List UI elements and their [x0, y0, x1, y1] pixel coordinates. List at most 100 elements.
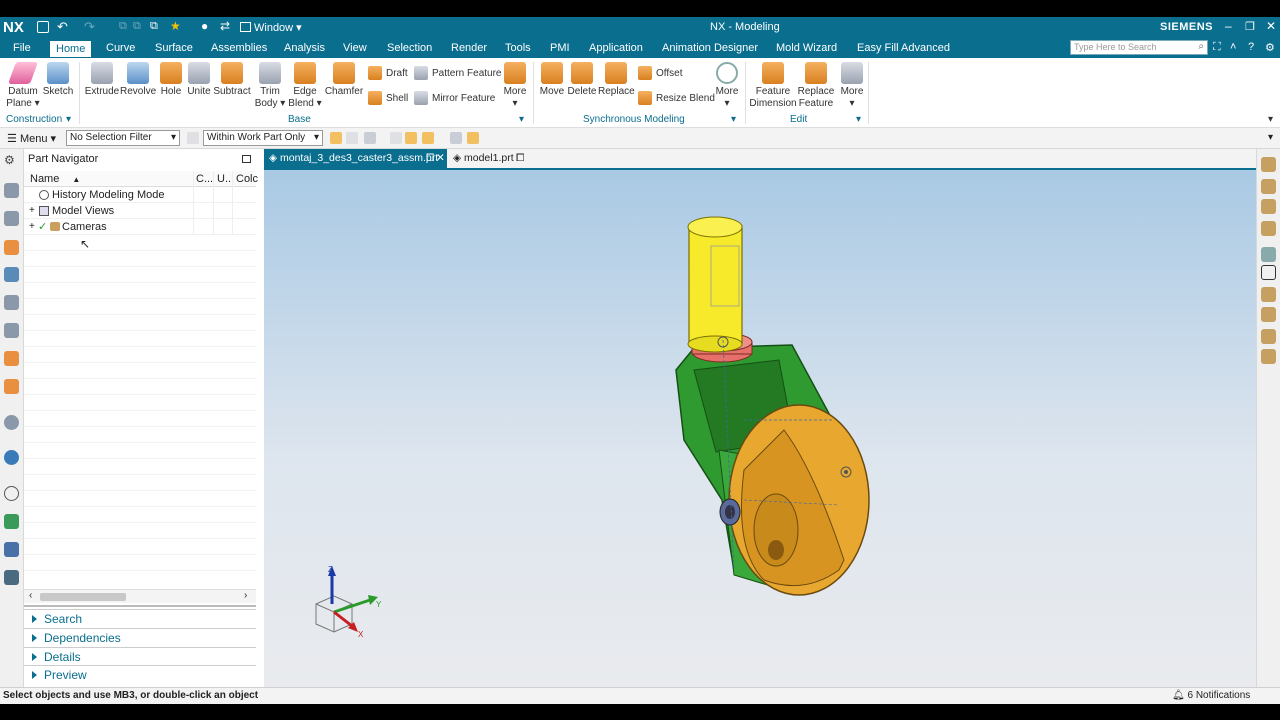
navigator-maximize-icon[interactable]: [242, 155, 251, 163]
menu-home[interactable]: Home: [50, 41, 92, 57]
menu-view[interactable]: View: [343, 42, 367, 54]
selbar-overflow-icon[interactable]: ▾: [1268, 132, 1273, 143]
cut-icon[interactable]: ⧉: [119, 20, 127, 33]
save-icon[interactable]: [37, 21, 49, 33]
copy-icon[interactable]: ⧉: [133, 20, 141, 33]
chamfer-button[interactable]: Chamfer: [324, 62, 364, 98]
help-icon[interactable]: ?: [1248, 41, 1254, 53]
menu-tools[interactable]: Tools: [505, 42, 531, 54]
sketch-button[interactable]: Sketch: [42, 62, 74, 98]
mirror-feature-button[interactable]: Mirror Feature: [414, 91, 495, 105]
menu-analysis[interactable]: Analysis: [284, 42, 325, 54]
resource-settings-icon[interactable]: ⚙: [4, 153, 19, 168]
expand-icon[interactable]: +: [29, 203, 35, 219]
menu-curve[interactable]: Curve: [106, 42, 135, 54]
menu-file[interactable]: File: [13, 42, 31, 54]
notifications-button[interactable]: 🔔︎ 6 Notifications: [1172, 690, 1250, 701]
sync-more-button[interactable]: More ▾: [712, 62, 742, 110]
menu-selection[interactable]: Selection: [387, 42, 432, 54]
tab-model1[interactable]: ◈ model1.prt ⧠: [450, 149, 530, 168]
fit-view-icon[interactable]: [1261, 265, 1276, 280]
datum-plane-button[interactable]: Datum Plane ▾: [4, 62, 42, 110]
ribbon-expand-icon[interactable]: ▾: [1268, 114, 1273, 125]
revolve-button[interactable]: Revolve: [120, 62, 156, 98]
pattern-feature-button[interactable]: Pattern Feature: [414, 66, 501, 80]
face-rule-icon[interactable]: [422, 132, 434, 144]
sync-group-dropdown[interactable]: ▾: [731, 114, 736, 125]
collapse-ribbon-icon[interactable]: ˄: [1230, 41, 1236, 53]
deselect-icon[interactable]: [390, 132, 402, 144]
menu-animation-designer[interactable]: Animation Designer: [662, 42, 758, 54]
clip-section-icon[interactable]: [1261, 307, 1276, 322]
tree-row-cameras[interactable]: + ✓ Cameras: [24, 219, 256, 235]
menu-button[interactable]: ☰ Menu ▾: [7, 132, 56, 145]
base-more-button[interactable]: More ▾: [500, 62, 530, 110]
feature-dimension-button[interactable]: Feature Dimension: [748, 62, 798, 110]
body-select-icon[interactable]: [450, 132, 462, 144]
graphics-window[interactable]: Z Y X: [264, 168, 1256, 687]
display-part-icon[interactable]: [1261, 179, 1276, 194]
replace-face-button[interactable]: Replace: [598, 62, 635, 98]
menu-easy-fill-advanced[interactable]: Easy Fill Advanced: [857, 42, 950, 54]
menu-assemblies[interactable]: Assemblies: [211, 42, 267, 54]
replace-feature-button[interactable]: Replace Feature: [797, 62, 835, 110]
roles-icon[interactable]: [4, 415, 19, 430]
column-color[interactable]: Colc: [236, 173, 258, 185]
reuse-library-icon[interactable]: [4, 267, 19, 282]
constraint-navigator-icon[interactable]: [4, 211, 19, 226]
draft-button[interactable]: Draft: [368, 66, 408, 80]
resize-blend-button[interactable]: Resize Blend: [638, 91, 715, 105]
assembly-navigator-icon[interactable]: [4, 183, 19, 198]
delete-face-button[interactable]: Delete: [567, 62, 597, 98]
select-icon[interactable]: [346, 132, 358, 144]
web-browser-icon[interactable]: [4, 323, 19, 338]
move-face-button[interactable]: Move: [537, 62, 567, 98]
unite-button[interactable]: Unite: [185, 62, 213, 98]
star-icon[interactable]: ★: [170, 19, 181, 33]
restore-icon[interactable]: ❐: [1245, 20, 1255, 33]
system-scenes-icon[interactable]: [4, 450, 19, 465]
section-search[interactable]: Search: [24, 609, 256, 627]
column-current[interactable]: C...: [196, 173, 213, 185]
close-icon[interactable]: ✕: [1266, 19, 1276, 33]
hole-button[interactable]: Hole: [156, 62, 186, 98]
scroll-left-icon[interactable]: ‹: [29, 590, 32, 601]
menu-render[interactable]: Render: [451, 42, 487, 54]
section-dependencies[interactable]: Dependencies: [24, 628, 256, 646]
render-style-icon[interactable]: [1261, 349, 1276, 364]
section-preview[interactable]: Preview: [24, 665, 256, 683]
shaded-view-icon[interactable]: [1261, 221, 1276, 236]
scroll-thumb[interactable]: [40, 593, 126, 601]
filter-icon[interactable]: [187, 132, 199, 144]
edit-more-button[interactable]: More ▾: [837, 62, 867, 110]
visibility-eye-icon[interactable]: [1261, 247, 1276, 262]
scroll-right-icon[interactable]: ›: [244, 590, 247, 601]
shell-button[interactable]: Shell: [368, 91, 408, 105]
redo-icon[interactable]: ↷: [84, 19, 95, 35]
column-name[interactable]: Name ▲: [30, 173, 80, 185]
undo-icon[interactable]: ↶: [57, 19, 68, 35]
edit-section-icon[interactable]: [1261, 329, 1276, 344]
menu-mold-wizard[interactable]: Mold Wizard: [776, 42, 837, 54]
menu-surface[interactable]: Surface: [155, 42, 193, 54]
edit-group-dropdown[interactable]: ▾: [856, 114, 861, 125]
base-group-label[interactable]: Base: [288, 114, 311, 125]
feature-select-icon[interactable]: [405, 132, 417, 144]
component-select-icon[interactable]: [467, 132, 479, 144]
switch-window-icon[interactable]: ⇄: [220, 19, 230, 33]
tree-row-history-mode[interactable]: History Modeling Mode: [24, 187, 256, 203]
minimize-icon[interactable]: –: [1225, 19, 1232, 33]
sync-group-label[interactable]: Synchronous Modeling: [583, 114, 685, 125]
manufacturing-icon[interactable]: [4, 570, 19, 585]
history-palette-icon[interactable]: [4, 351, 19, 366]
trim-body-button[interactable]: Trim Body ▾: [252, 62, 288, 110]
view-rotate-icon[interactable]: [1261, 157, 1276, 172]
construction-group-label[interactable]: Construction: [6, 114, 62, 125]
selection-scope-dropdown[interactable]: Within Work Part Only ▾: [203, 130, 323, 146]
fullscreen-icon[interactable]: ⛶: [1213, 41, 1221, 54]
section-details[interactable]: Details: [24, 647, 256, 665]
mic-icon[interactable]: ●: [201, 19, 208, 33]
window-menu[interactable]: Window ▾: [240, 21, 302, 34]
part-navigator-icon[interactable]: [4, 240, 19, 255]
caster-model[interactable]: [264, 170, 1256, 689]
